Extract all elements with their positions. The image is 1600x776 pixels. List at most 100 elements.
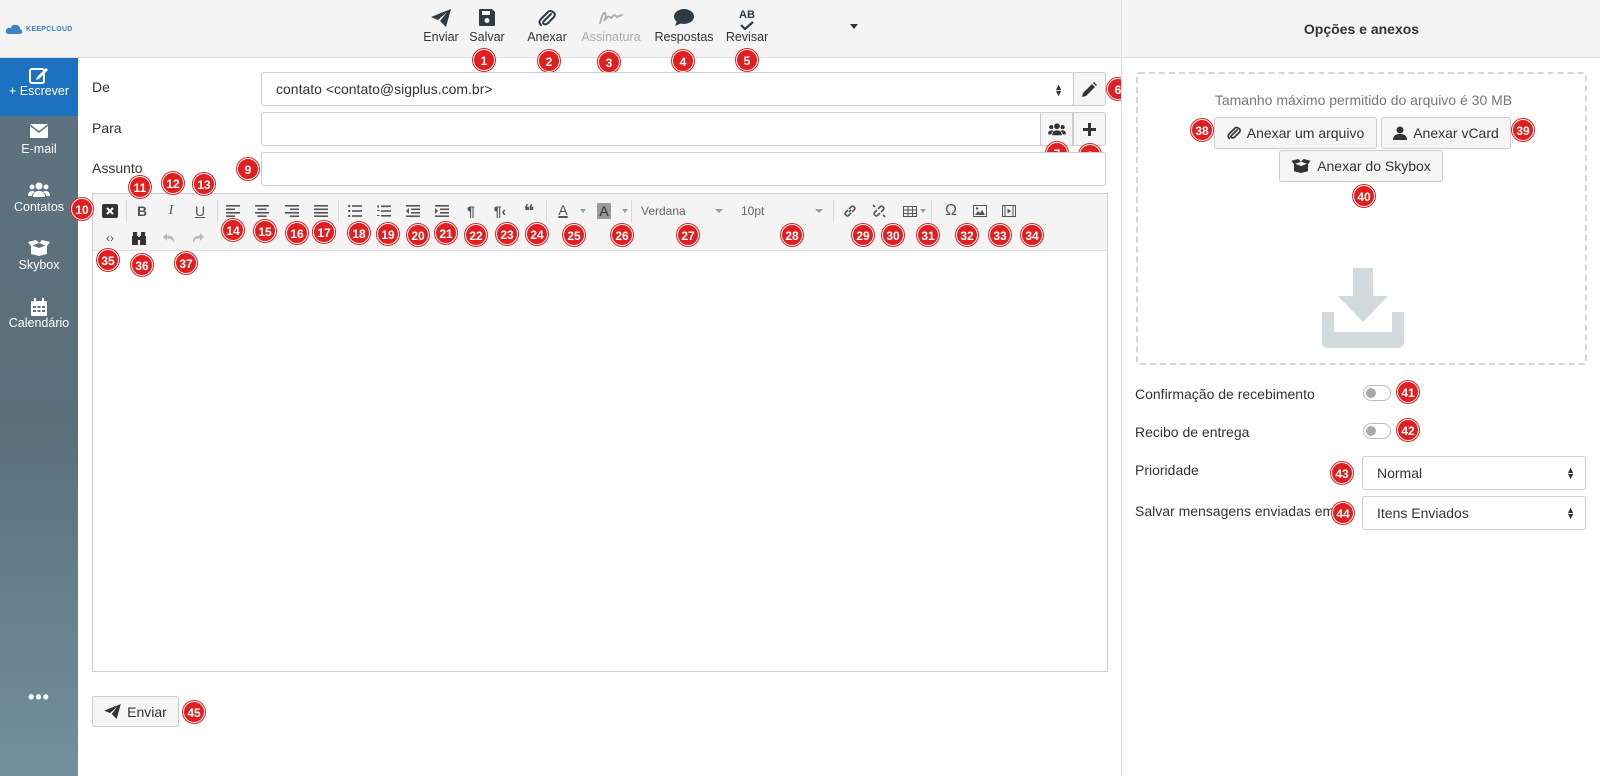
sidebar-item-email[interactable]: E-mail [0,116,78,174]
badge-9: 9 [237,158,259,180]
find-replace-button[interactable] [127,227,151,249]
priority-select[interactable]: Normal ▲ ▼ [1362,456,1586,490]
plus-icon [1083,122,1096,136]
badge-2: 2 [538,50,560,72]
underline-button[interactable]: U [188,200,212,222]
more-menu-button[interactable]: ••• [0,686,78,714]
add-header-button[interactable] [1073,112,1106,146]
send-button[interactable]: Enviar [421,0,461,58]
badge-1: 1 [473,49,495,71]
remove-link-button[interactable] [867,200,891,222]
read-receipt-toggle[interactable] [1363,385,1391,401]
font-size-select[interactable]: 10pt [741,200,825,222]
signature-button[interactable]: Assinatura [579,0,643,58]
subject-label: Assunto [92,160,143,176]
background-color-dropdown-caret[interactable] [622,209,628,213]
sidebar-item-calendar[interactable]: Calendário [0,290,78,348]
bold-button[interactable]: B [130,200,154,222]
review-label: Revisar [725,30,769,44]
attach-file-button[interactable]: Anexar um arquivo [1214,117,1377,149]
badge-21: 21 [435,222,457,244]
save-sent-value: Itens Enviados [1377,505,1469,521]
edit-identity-button[interactable] [1073,72,1106,106]
attach-vcard-button[interactable]: Anexar vCard [1381,117,1511,149]
subject-input[interactable] [261,152,1106,186]
badge-24: 24 [526,223,548,245]
badge-23: 23 [496,223,518,245]
badge-27: 27 [677,224,699,246]
omega-icon: Ω [945,202,957,219]
attach-file-label: Anexar um arquivo [1246,125,1365,141]
background-color-button[interactable]: A [592,200,616,222]
attach-skybox-label: Anexar do Skybox [1317,158,1431,174]
undo-button[interactable] [157,227,181,249]
sidebar-item-label: Calendário [8,316,70,330]
select-arrows-icon: ▲ ▼ [1054,82,1063,98]
binoculars-icon [132,231,146,245]
save-sent-folder-select[interactable]: Itens Enviados ▲ ▼ [1362,496,1586,530]
insert-link-button[interactable] [838,200,862,222]
insert-image-button[interactable] [968,200,992,222]
rtl-direction-button[interactable]: ¶‹ [488,200,512,222]
attach-vcard-label: Anexar vCard [1413,125,1499,141]
delivery-receipt-toggle[interactable] [1363,423,1391,439]
toolbar-separator [126,200,127,222]
bullet-list-button[interactable] [343,200,367,222]
align-left-icon [226,205,240,217]
sidebar-item-compose[interactable]: + Escrever [0,58,78,116]
underline-icon: U [194,203,206,219]
align-right-button[interactable] [280,200,304,222]
text-color-dropdown-caret[interactable] [580,209,586,213]
paper-plane-icon [104,704,121,719]
paragraph-rtl-icon: ¶‹ [493,203,507,219]
from-select[interactable]: contato <contato@sigplus.com.br> ▲ ▼ [261,72,1074,106]
font-family-select[interactable]: Verdana [641,200,725,222]
redo-button[interactable] [186,227,210,249]
ltr-direction-button[interactable]: ¶ [459,200,483,222]
badge-4: 4 [672,50,694,72]
cloud-icon [5,24,23,34]
badge-29: 29 [852,224,874,246]
table-dropdown-caret[interactable] [920,209,926,213]
sidebar-item-label: Contatos [13,200,65,214]
bottom-send-button[interactable]: Enviar [92,696,179,727]
attachment-dropzone[interactable]: Tamanho máximo permitido do arquivo é 30… [1136,72,1587,365]
badge-44: 44 [1332,502,1354,524]
message-editor[interactable]: B I U ¶ ¶‹ ❝ A A Verdana 10pt Ω ‹› [92,193,1108,672]
badge-18: 18 [348,222,370,244]
badge-25: 25 [563,224,585,246]
spellcheck-icon: AB [723,0,771,31]
italic-icon: I [168,203,174,218]
special-characters-button[interactable]: Ω [939,200,963,222]
outdent-button[interactable] [401,200,425,222]
sidebar-item-label: Skybox [18,258,60,272]
blockquote-button[interactable]: ❝ [517,200,541,222]
text-color-button[interactable]: A [551,199,575,221]
badge-20: 20 [407,224,429,246]
paperclip-icon [1227,126,1241,140]
justify-button[interactable] [309,200,333,222]
badge-45: 45 [183,701,205,723]
sidebar-item-contacts[interactable]: Contatos [0,174,78,232]
sidebar-item-skybox[interactable]: Skybox [0,232,78,290]
source-code-button[interactable]: ‹› [98,227,122,249]
font-size-value: 10pt [741,204,765,218]
floppy-disk-icon [466,0,508,30]
table-icon [903,205,917,217]
signature-label: Assinatura [581,30,641,44]
badge-36: 36 [131,254,153,276]
italic-button[interactable]: I [159,200,183,222]
review-dropdown-caret[interactable] [850,24,858,29]
align-center-button[interactable] [250,200,274,222]
clear-formatting-button[interactable] [98,200,122,222]
insert-media-button[interactable] [997,200,1021,222]
add-contact-from-addressbook-button[interactable] [1040,112,1073,146]
insert-table-button[interactable] [898,200,922,222]
badge-40: 40 [1353,185,1375,207]
numbered-list-button[interactable] [372,200,396,222]
redo-icon [192,233,204,243]
to-input[interactable] [261,112,1041,146]
indent-button[interactable] [430,200,454,222]
attach-skybox-button[interactable]: Anexar do Skybox [1279,150,1443,182]
logo-area: KEEPCLOUD [0,0,78,58]
